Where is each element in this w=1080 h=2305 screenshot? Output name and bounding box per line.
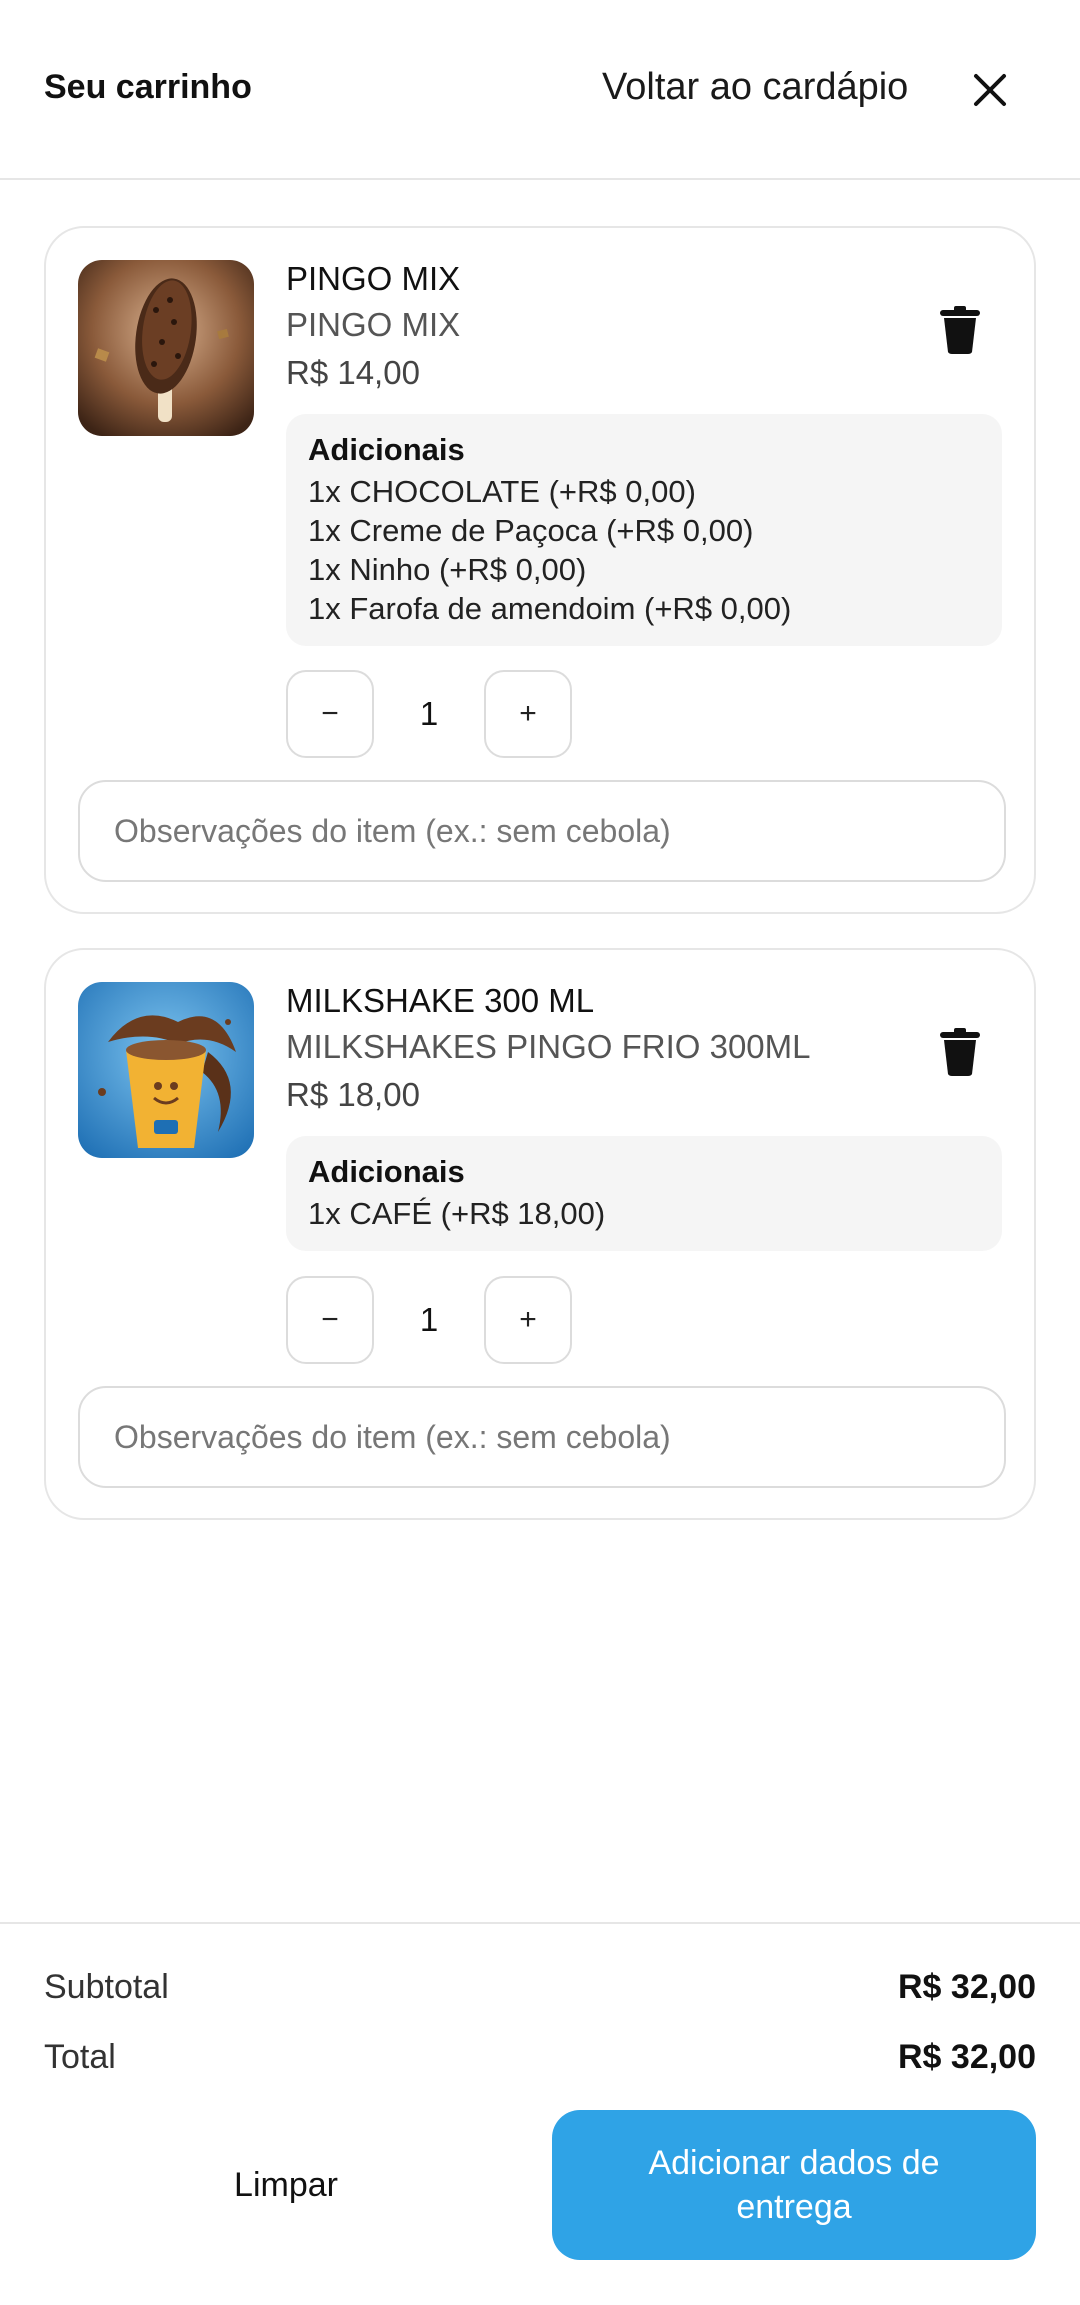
addons-title: Adicionais [308, 1154, 465, 1189]
item-price: R$ 18,00 [286, 1076, 420, 1113]
decrease-quantity-button[interactable]: − [286, 670, 374, 758]
page-title: Seu carrinho [44, 68, 252, 106]
increase-quantity-button[interactable]: + [484, 1276, 572, 1364]
subtotal-row: Subtotal R$ 32,00 [44, 1968, 1036, 2018]
addon-line: 1x Farofa de amendoim (+R$ 0,00) [308, 591, 792, 626]
quantity-value: 1 [419, 1301, 439, 1338]
milkshake-cup-image [78, 982, 254, 1158]
chocolate-popsicle-image [78, 260, 254, 436]
cart-item-card: MILKSHAKE 300 ML MILKSHAKES PINGO FRIO 3… [44, 948, 1036, 1520]
item-description: PINGO MIX [286, 306, 461, 343]
addon-line: 1x CAFÉ (+R$ 18,00) [308, 1196, 606, 1231]
item-notes-input[interactable] [78, 780, 1006, 882]
addon-line: 1x Ninho (+R$ 0,00) [308, 552, 587, 587]
item-notes-input[interactable] [78, 1386, 1006, 1488]
item-price: R$ 14,00 [286, 354, 420, 391]
total-value: R$ 32,00 [898, 2038, 1036, 2076]
addon-line: 1x CHOCOLATE (+R$ 0,00) [308, 474, 696, 509]
decrease-quantity-button[interactable]: − [286, 1276, 374, 1364]
subtotal-label: Subtotal [44, 1968, 169, 2006]
increase-quantity-button[interactable]: + [484, 670, 572, 758]
item-name: PINGO MIX [286, 260, 461, 297]
cart-item-card: PINGO MIX PINGO MIX R$ 14,00 Adicionais … [44, 226, 1036, 914]
close-icon[interactable] [966, 66, 1014, 114]
cart-footer: Subtotal R$ 32,00 Total R$ 32,00 Limpar … [0, 1922, 1080, 2305]
addons-title: Adicionais [308, 432, 465, 467]
total-label: Total [44, 2038, 116, 2076]
quantity-stepper: − 1 + [286, 670, 572, 758]
back-to-menu-link[interactable]: Voltar ao cardápio [602, 66, 908, 109]
add-delivery-details-button[interactable]: Adicionar dados de entrega [552, 2110, 1036, 2260]
item-description: MILKSHAKES PINGO FRIO 300ML [286, 1028, 811, 1065]
quantity-value: 1 [419, 695, 439, 732]
addons-box: Adicionais 1x CAFÉ (+R$ 18,00) [286, 1136, 1002, 1251]
trash-icon[interactable] [938, 1028, 982, 1076]
subtotal-value: R$ 32,00 [898, 1968, 1036, 2006]
addon-line: 1x Creme de Paçoca (+R$ 0,00) [308, 513, 754, 548]
addons-box: Adicionais 1x CHOCOLATE (+R$ 0,00) 1x Cr… [286, 414, 1002, 646]
cart-header: Seu carrinho Voltar ao cardápio [0, 0, 1080, 180]
item-name: MILKSHAKE 300 ML [286, 982, 595, 1019]
total-row: Total R$ 32,00 [44, 2038, 1036, 2088]
clear-cart-button[interactable]: Limpar [44, 2110, 528, 2260]
trash-icon[interactable] [938, 306, 982, 354]
quantity-stepper: − 1 + [286, 1276, 572, 1364]
